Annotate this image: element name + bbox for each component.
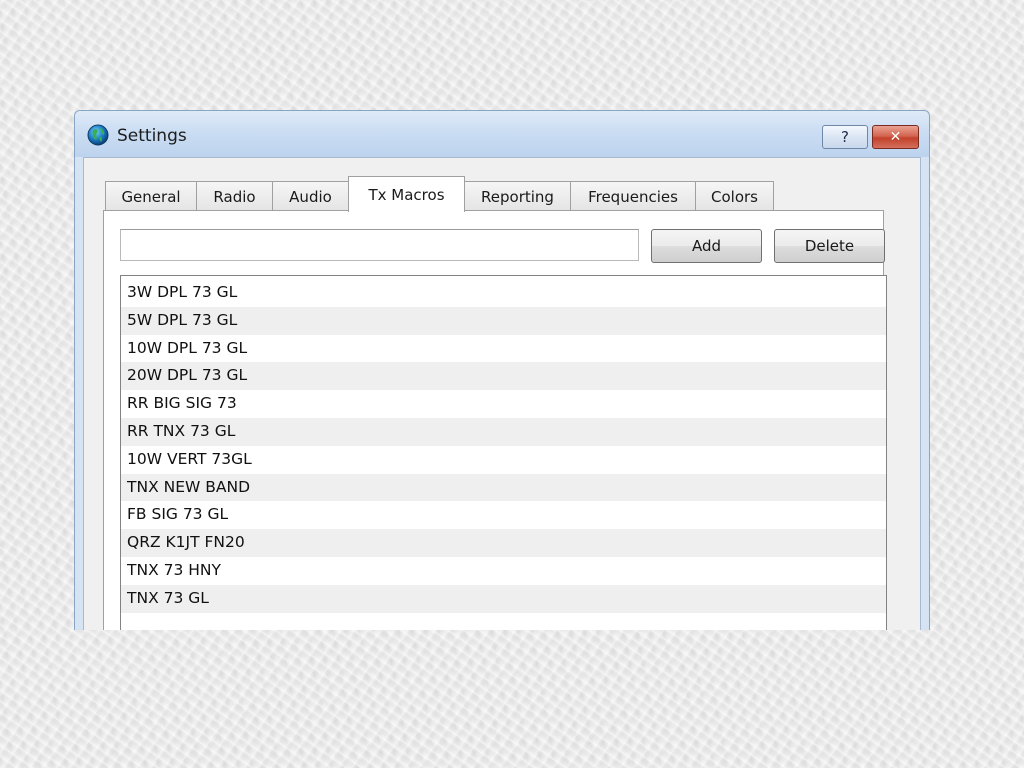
tab-tx-macros[interactable]: Tx Macros: [348, 176, 465, 212]
macro-input[interactable]: [120, 229, 639, 261]
delete-button[interactable]: Delete: [774, 229, 885, 263]
settings-window: Settings ? ✕ General Radio Audio Tx Macr…: [74, 110, 930, 630]
close-button[interactable]: ✕: [872, 125, 919, 149]
tab-frequencies[interactable]: Frequencies: [570, 181, 696, 211]
list-item[interactable]: 5W DPL 73 GL: [121, 306, 886, 335]
help-icon: ?: [841, 128, 849, 146]
list-item[interactable]: TNX 73 GL: [121, 584, 886, 613]
list-item[interactable]: TNX NEW BAND: [121, 473, 886, 502]
list-item[interactable]: RR TNX 73 GL: [121, 417, 886, 446]
globe-icon: [87, 124, 109, 146]
tab-bar: General Radio Audio Tx Macros Reporting …: [84, 158, 920, 212]
title-bar[interactable]: Settings ? ✕: [75, 111, 929, 157]
list-item[interactable]: 10W DPL 73 GL: [121, 335, 886, 363]
dialog-body: General Radio Audio Tx Macros Reporting …: [83, 157, 921, 630]
list-item[interactable]: RR BIG SIG 73: [121, 390, 886, 418]
macro-list[interactable]: 3W DPL 73 GL 5W DPL 73 GL 10W DPL 73 GL …: [120, 275, 887, 630]
list-item[interactable]: 20W DPL 73 GL: [121, 362, 886, 391]
list-item[interactable]: 10W VERT 73GL: [121, 446, 886, 474]
tab-audio[interactable]: Audio: [272, 181, 349, 211]
close-icon: ✕: [889, 129, 902, 145]
add-button[interactable]: Add: [651, 229, 762, 263]
list-item[interactable]: FB SIG 73 GL: [121, 501, 886, 529]
window-title: Settings: [117, 126, 187, 146]
tab-reporting[interactable]: Reporting: [464, 181, 571, 211]
list-item[interactable]: 3W DPL 73 GL: [121, 279, 886, 307]
list-item[interactable]: TNX 73 HNY: [121, 557, 886, 585]
tab-colors[interactable]: Colors: [695, 181, 774, 211]
list-item[interactable]: QRZ K1JT FN20: [121, 529, 886, 557]
tx-macros-pane: Add Delete 3W DPL 73 GL 5W DPL 73 GL 10W…: [103, 210, 887, 630]
tab-general[interactable]: General: [105, 181, 197, 211]
tab-radio[interactable]: Radio: [196, 181, 273, 211]
help-button[interactable]: ?: [822, 125, 868, 149]
